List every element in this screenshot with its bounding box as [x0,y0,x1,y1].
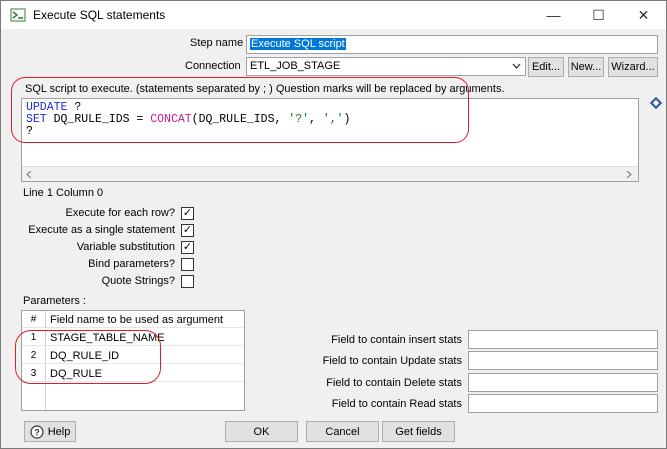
dialog-window: Execute SQL statements — ☐ ✕ Step name E… [0,0,667,449]
update-stats-field[interactable] [468,351,658,370]
close-button[interactable]: ✕ [621,1,666,29]
read-stats-field[interactable] [468,394,658,413]
execute-each-row-checkbox[interactable]: ✓ [181,207,194,220]
stat-label: Field to contain Update stats [322,355,462,367]
cursor-position: Line 1 Column 0 [23,187,104,199]
maximize-icon: ☐ [592,6,605,23]
variable-diamond-icon[interactable] [650,97,662,109]
maximize-button[interactable]: ☐ [576,1,621,29]
option-label: Quote Strings? [101,275,175,287]
title-bar[interactable]: Execute SQL statements — ☐ ✕ [1,1,666,29]
column-header-field: Field name to be used as argument [50,314,224,326]
minimize-button[interactable]: — [531,1,576,29]
check-icon: ✓ [182,241,193,253]
app-icon [10,8,26,22]
column-header-num: # [22,311,46,328]
svg-text:?: ? [34,427,40,437]
cancel-button[interactable]: Cancel [306,421,379,442]
stat-label: Field to contain insert stats [331,334,462,346]
single-statement-checkbox[interactable]: ✓ [181,224,194,237]
annotation-oval-sql [11,77,469,143]
delete-stats-field[interactable] [468,373,658,392]
minimize-icon: — [546,7,561,23]
check-icon: ✓ [182,207,193,219]
connection-label: Connection [185,60,241,72]
help-icon: ? [30,424,44,439]
horizontal-scrollbar[interactable] [22,166,638,181]
stat-label: Field to contain Read stats [331,398,462,410]
scroll-left-icon[interactable] [26,171,32,178]
table-header: # Field name to be used as argument [22,311,244,328]
connection-select[interactable]: ETL_JOB_STAGE [246,57,526,76]
option-label: Execute as a single statement [28,224,175,236]
stat-label: Field to contain Delete stats [326,377,462,389]
chevron-down-icon [512,63,521,69]
close-icon: ✕ [637,6,650,23]
window-title: Execute SQL statements [33,8,166,22]
wizard-button[interactable]: Wizard... [608,57,658,77]
option-label: Bind parameters? [88,258,175,270]
insert-stats-field[interactable] [468,330,658,349]
connection-value: ETL_JOB_STAGE [250,60,341,72]
get-fields-button[interactable]: Get fields [382,421,455,442]
variable-substitution-checkbox[interactable]: ✓ [181,241,194,254]
scroll-right-icon[interactable] [626,171,632,178]
option-label: Execute for each row? [65,207,175,219]
step-name-label: Step name [190,37,244,49]
quote-strings-checkbox[interactable] [181,275,194,288]
ok-button[interactable]: OK [225,421,298,442]
new-connection-button[interactable]: New... [568,57,604,77]
step-name-input[interactable]: Execute SQL script [246,35,658,54]
row-number-gutter [22,383,46,410]
help-button[interactable]: ? Help [24,421,76,442]
bind-parameters-checkbox[interactable] [181,258,194,271]
edit-connection-button[interactable]: Edit... [528,57,564,77]
annotation-oval-parameters [15,330,161,384]
help-label: Help [47,425,71,438]
option-label: Variable substitution [76,241,175,253]
parameters-label: Parameters : [23,295,86,307]
check-icon: ✓ [182,224,193,236]
step-name-value: Execute SQL script [250,38,346,50]
